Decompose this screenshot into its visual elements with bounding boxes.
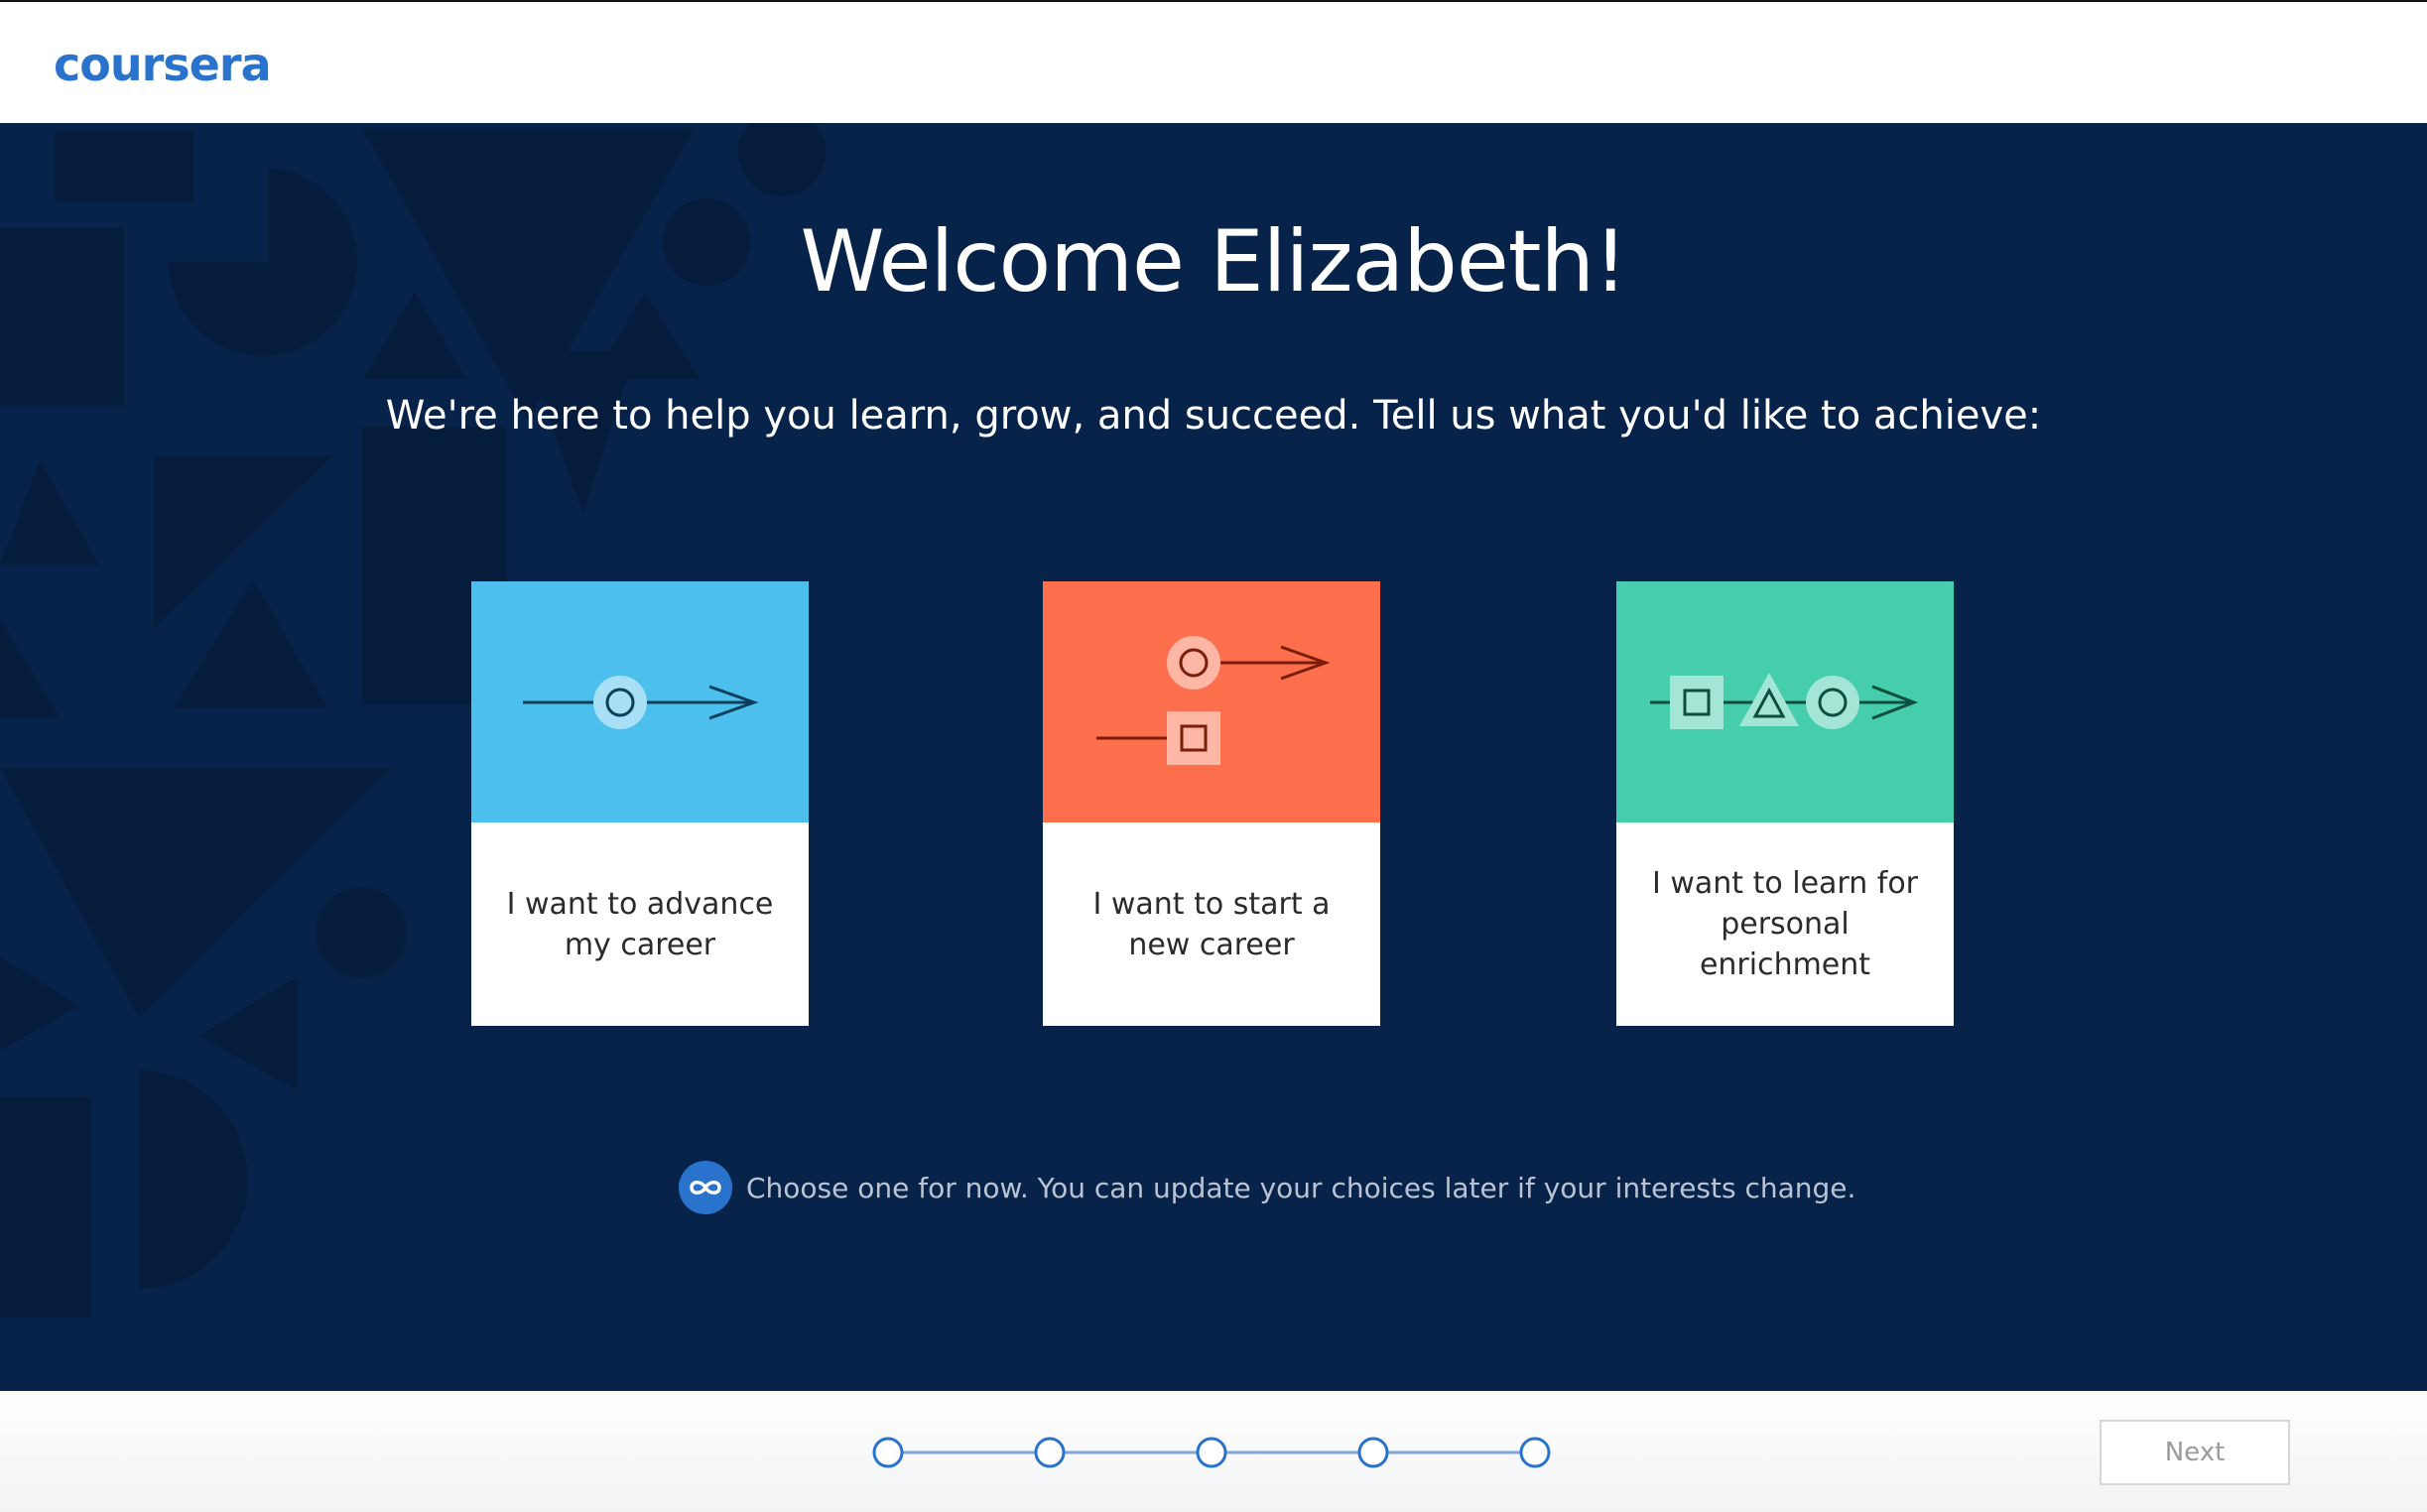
- goal-card-label: I want to advance my career: [506, 886, 774, 962]
- footer-bar: Next: [0, 1391, 2427, 1512]
- progress-steps: [872, 1437, 1551, 1468]
- progress-step-1: [872, 1437, 904, 1468]
- goal-card-label: I want to start a new career: [1092, 886, 1331, 962]
- progress-step-4: [1357, 1437, 1389, 1468]
- progress-step-3: [1196, 1437, 1227, 1468]
- page-title: Welcome Elizabeth!: [800, 212, 1628, 312]
- top-bar: coursera: [0, 0, 2427, 123]
- single-path-arrow-icon: [471, 581, 809, 822]
- goal-card-advance-career[interactable]: I want to advance my career: [471, 581, 809, 1026]
- coursera-logo[interactable]: coursera: [54, 38, 272, 91]
- next-button[interactable]: Next: [2100, 1420, 2290, 1485]
- progress-step-2: [1034, 1437, 1066, 1468]
- goal-card-personal-enrichment[interactable]: I want to learn for personal enrichment: [1616, 581, 1954, 1026]
- infinity-icon: [679, 1161, 732, 1214]
- progress-step-5: [1519, 1437, 1551, 1468]
- page-subtitle: We're here to help you learn, grow, and …: [385, 393, 2042, 439]
- info-note: Choose one for now. You can update your …: [679, 1161, 1855, 1214]
- onboarding-hero: Welcome Elizabeth! We're here to help yo…: [0, 123, 2427, 1391]
- shapes-path-arrow-icon: [1616, 581, 1954, 822]
- two-path-arrows-icon: [1043, 581, 1380, 822]
- goal-card-new-career[interactable]: I want to start a new career: [1043, 581, 1380, 1026]
- info-note-text: Choose one for now. You can update your …: [746, 1171, 1856, 1204]
- goal-card-label: I want to learn for personal enrichment: [1651, 866, 1919, 982]
